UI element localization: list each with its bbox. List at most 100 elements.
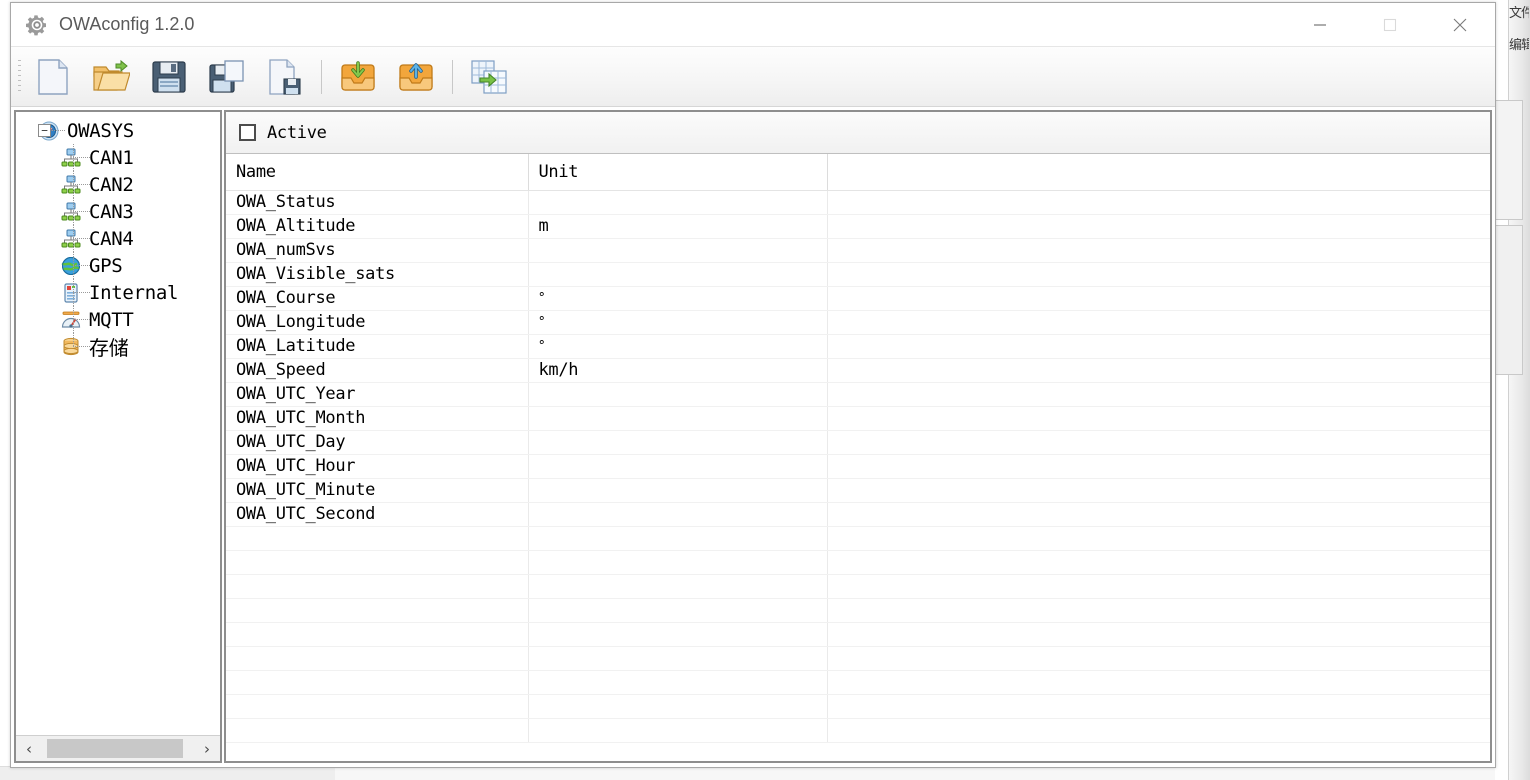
table-row[interactable]: OWA_Longitude ° (226, 310, 1490, 335)
cell-extra[interactable] (827, 190, 1490, 215)
cell-name[interactable]: OWA_Speed (226, 358, 529, 383)
table-row-empty[interactable] (226, 718, 1490, 743)
cell-extra[interactable] (827, 310, 1490, 335)
export-button[interactable] (387, 51, 445, 103)
cell-extra[interactable] (827, 574, 1490, 599)
cell-unit[interactable] (528, 646, 828, 671)
table-row-empty[interactable] (226, 622, 1490, 647)
cell-name[interactable] (226, 670, 529, 695)
table-row[interactable]: OWA_Visible_sats (226, 262, 1490, 287)
toolbar-grip-handle[interactable] (14, 55, 24, 99)
cell-name[interactable]: OWA_numSvs (226, 238, 529, 263)
cell-unit[interactable] (528, 550, 828, 575)
table-row-empty[interactable] (226, 598, 1490, 623)
scroll-left-arrow-icon[interactable]: ‹ (16, 737, 42, 761)
cell-name[interactable] (226, 598, 529, 623)
cell-extra[interactable] (827, 334, 1490, 359)
cell-name[interactable] (226, 646, 529, 671)
scrollbar-track[interactable] (42, 737, 194, 761)
cell-name[interactable]: OWA_Course (226, 286, 529, 311)
import-button[interactable] (329, 51, 387, 103)
cell-extra[interactable] (827, 238, 1490, 263)
table-row[interactable]: OWA_Altitude m (226, 214, 1490, 239)
cell-name[interactable] (226, 718, 529, 743)
table-row[interactable]: OWA_UTC_Hour (226, 454, 1490, 479)
cell-unit[interactable]: m (528, 214, 828, 239)
table-row[interactable]: OWA_Latitude ° (226, 334, 1490, 359)
table-row-empty[interactable] (226, 670, 1490, 695)
close-button[interactable] (1425, 3, 1495, 47)
cell-extra[interactable] (827, 358, 1490, 383)
cell-extra[interactable] (827, 502, 1490, 527)
maximize-button[interactable] (1355, 3, 1425, 47)
tree-item-storage[interactable]: 存储 (16, 333, 220, 360)
cell-unit[interactable] (528, 430, 828, 455)
cell-name[interactable] (226, 694, 529, 719)
scroll-right-arrow-icon[interactable]: › (194, 737, 220, 761)
cell-unit[interactable] (528, 526, 828, 551)
cell-name[interactable]: OWA_UTC_Hour (226, 454, 529, 479)
table-row[interactable]: OWA_UTC_Second (226, 502, 1490, 527)
cell-name[interactable]: OWA_Status (226, 190, 529, 215)
column-header-unit[interactable]: Unit (528, 154, 828, 191)
tree-item-can2[interactable]: CAN2 (16, 171, 220, 198)
cell-unit[interactable]: ° (528, 310, 828, 335)
table-row[interactable]: OWA_Speed km/h (226, 358, 1490, 383)
cell-name[interactable]: OWA_UTC_Year (226, 382, 529, 407)
table-row-empty[interactable] (226, 526, 1490, 551)
tree-item-mqtt[interactable]: MQTT (16, 306, 220, 333)
cell-unit[interactable] (528, 190, 828, 215)
cell-extra[interactable] (827, 670, 1490, 695)
open-file-button[interactable] (82, 51, 140, 103)
cell-unit[interactable] (528, 622, 828, 647)
expander-toggle-owasys[interactable]: − (38, 124, 51, 137)
parameter-table-container[interactable]: Name Unit OWA_Status OWA_Altitude m OWA_num… (226, 154, 1490, 761)
table-row[interactable]: OWA_Course ° (226, 286, 1490, 311)
cell-extra[interactable] (827, 598, 1490, 623)
cell-name[interactable]: OWA_Longitude (226, 310, 529, 335)
cell-unit[interactable] (528, 718, 828, 743)
cell-extra[interactable] (827, 406, 1490, 431)
table-row[interactable]: OWA_numSvs (226, 238, 1490, 263)
tree-item-owasys[interactable]: − OWASYS (16, 117, 220, 144)
cell-name[interactable] (226, 526, 529, 551)
table-row-empty[interactable] (226, 550, 1490, 575)
cell-unit[interactable]: ° (528, 334, 828, 359)
save-as-button[interactable] (198, 51, 256, 103)
cell-extra[interactable] (827, 526, 1490, 551)
scrollbar-thumb[interactable] (47, 738, 183, 758)
column-header-name[interactable]: Name (226, 154, 529, 191)
cell-unit[interactable]: ° (528, 286, 828, 311)
cell-extra[interactable] (827, 262, 1490, 287)
cell-unit[interactable] (528, 382, 828, 407)
cell-name[interactable]: OWA_UTC_Month (226, 406, 529, 431)
cell-name[interactable]: OWA_Visible_sats (226, 262, 529, 287)
tree-item-internal[interactable]: Internal (16, 279, 220, 306)
cell-extra[interactable] (827, 550, 1490, 575)
active-checkbox[interactable] (239, 124, 256, 141)
cell-name[interactable]: OWA_Altitude (226, 214, 529, 239)
cell-extra[interactable] (827, 694, 1490, 719)
cell-unit[interactable] (528, 478, 828, 503)
tree-item-gps[interactable]: GPS (16, 252, 220, 279)
cell-name[interactable]: OWA_Latitude (226, 334, 529, 359)
table-row[interactable]: OWA_UTC_Month (226, 406, 1490, 431)
cell-extra[interactable] (827, 478, 1490, 503)
cell-unit[interactable] (528, 574, 828, 599)
table-row[interactable]: OWA_Status (226, 190, 1490, 215)
cell-name[interactable] (226, 550, 529, 575)
tree-item-can4[interactable]: CAN4 (16, 225, 220, 252)
cell-extra[interactable] (827, 454, 1490, 479)
tree-item-can1[interactable]: CAN1 (16, 144, 220, 171)
cell-name[interactable] (226, 574, 529, 599)
cell-unit[interactable] (528, 694, 828, 719)
cell-unit[interactable] (528, 238, 828, 263)
cell-extra[interactable] (827, 622, 1490, 647)
tree-item-can3[interactable]: CAN3 (16, 198, 220, 225)
cell-extra[interactable] (827, 646, 1490, 671)
cell-extra[interactable] (827, 718, 1490, 743)
cell-unit[interactable]: km/h (528, 358, 828, 383)
cell-unit[interactable] (528, 454, 828, 479)
cell-unit[interactable] (528, 262, 828, 287)
table-row[interactable]: OWA_UTC_Year (226, 382, 1490, 407)
